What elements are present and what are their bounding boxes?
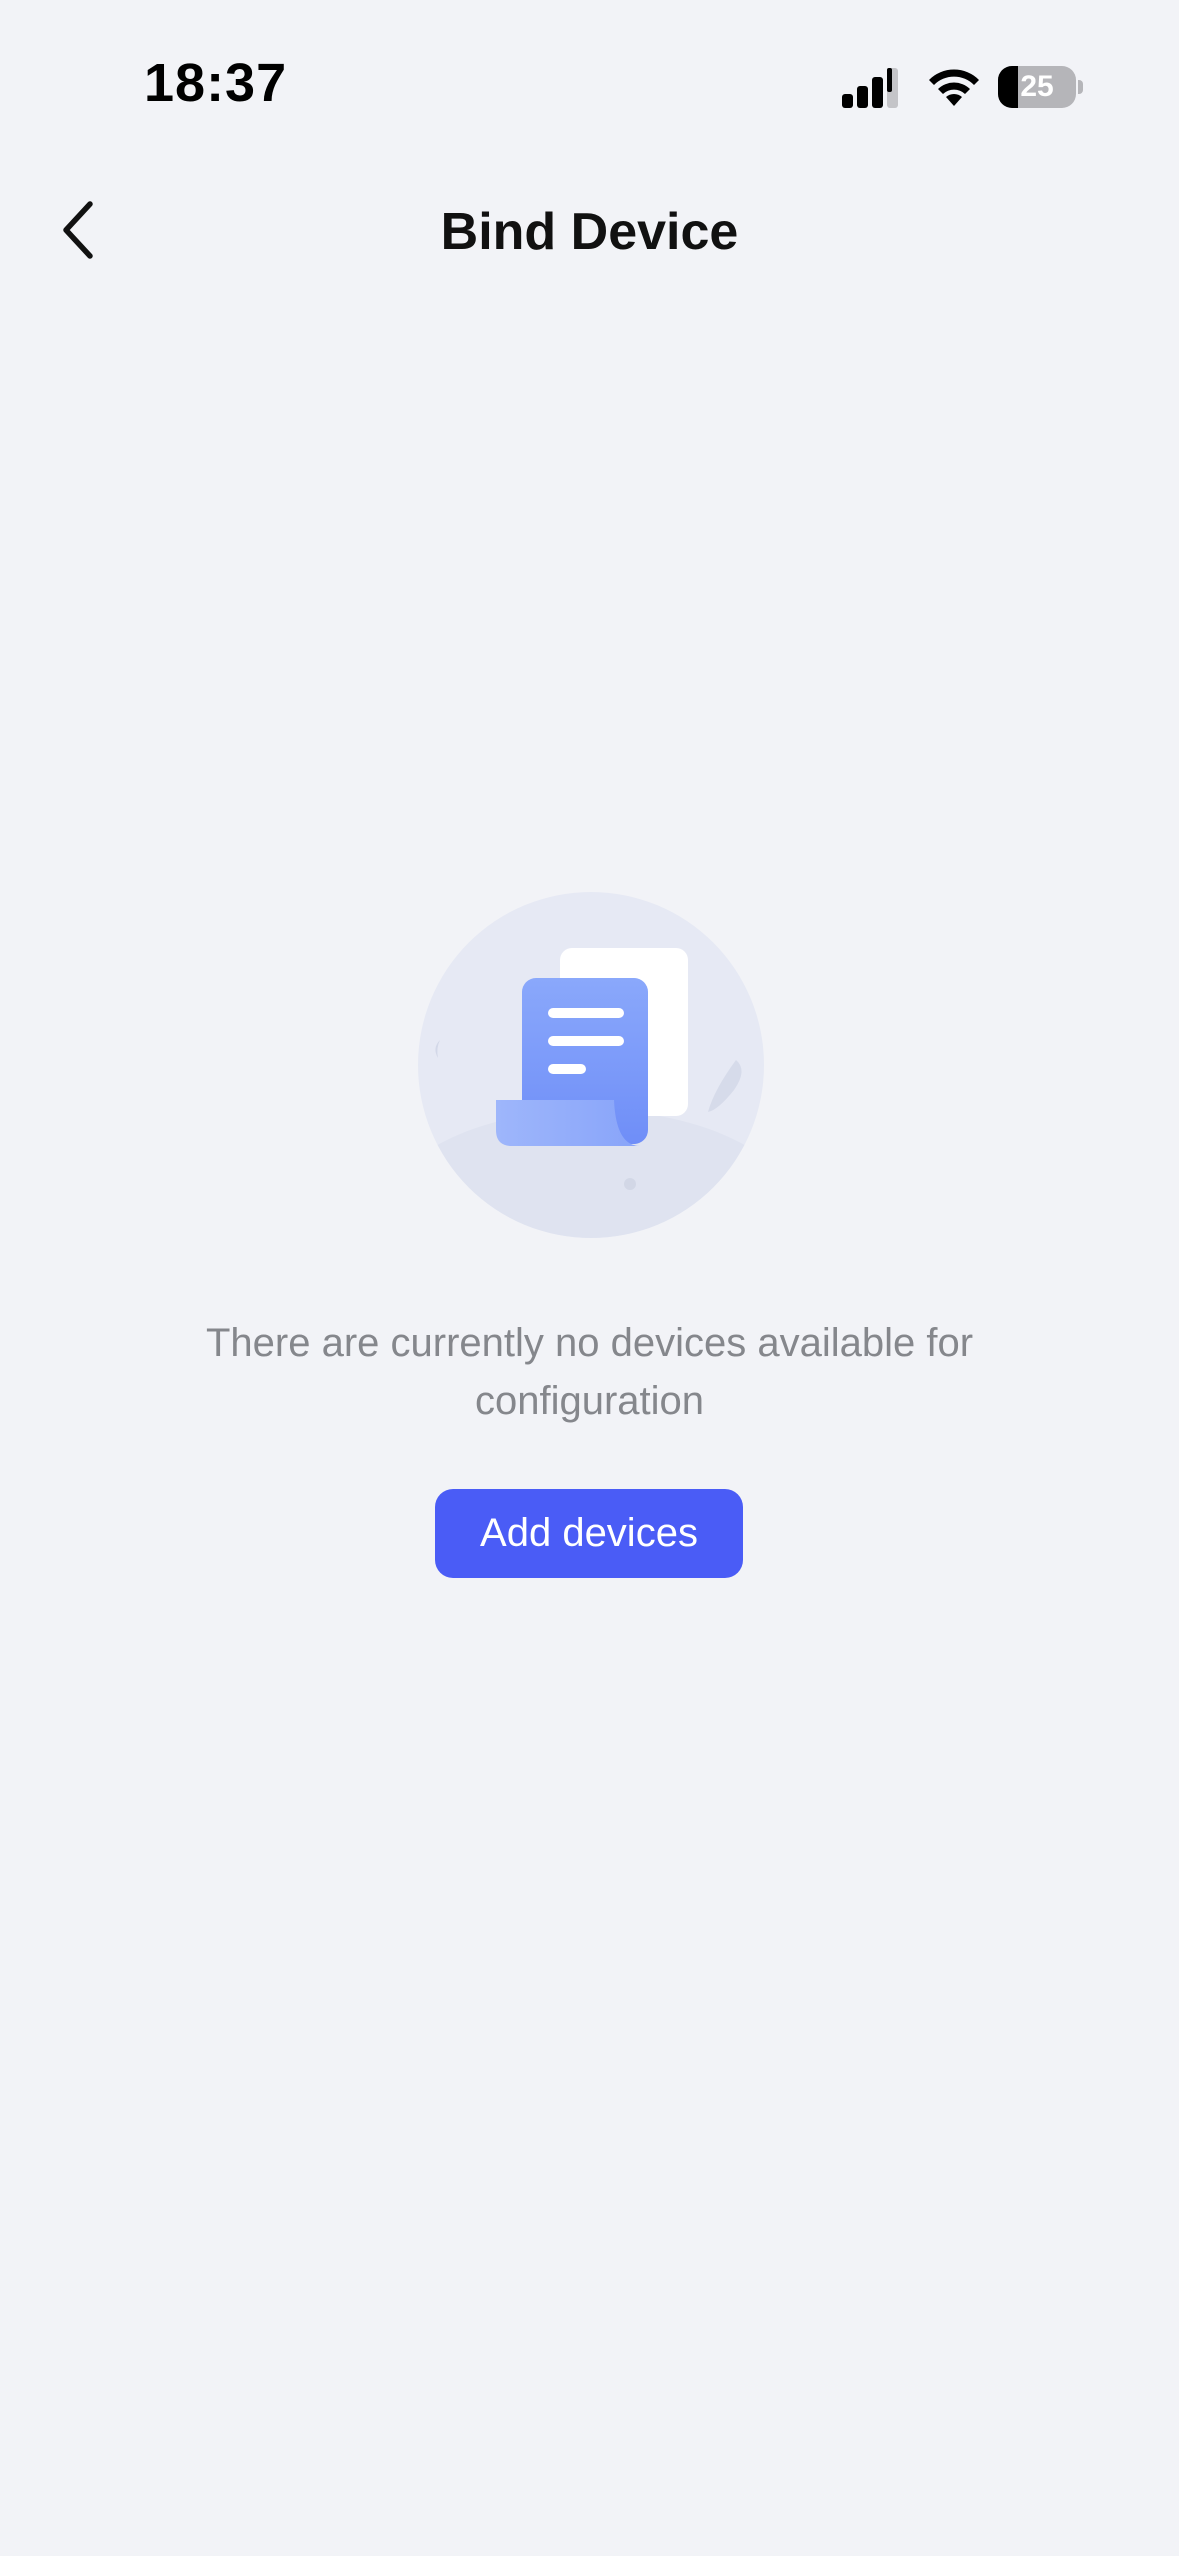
battery-level: 25	[1020, 70, 1054, 103]
battery-icon: 25	[998, 66, 1083, 110]
back-button[interactable]	[40, 190, 120, 270]
status-icons: 25	[840, 64, 1140, 112]
status-time: 18:37	[144, 53, 288, 113]
wifi-icon	[929, 69, 979, 106]
add-devices-button[interactable]: Add devices	[435, 1489, 743, 1578]
chevron-left-icon	[63, 201, 93, 259]
signal-icon	[842, 68, 898, 108]
page-title: Bind Device	[440, 203, 739, 261]
nav-bar: Bind Device	[0, 170, 1179, 294]
empty-document-illustration	[418, 892, 764, 1238]
empty-state-message: There are currently no devices available…	[205, 1321, 974, 1423]
status-bar: 18:37 25	[0, 0, 1179, 170]
